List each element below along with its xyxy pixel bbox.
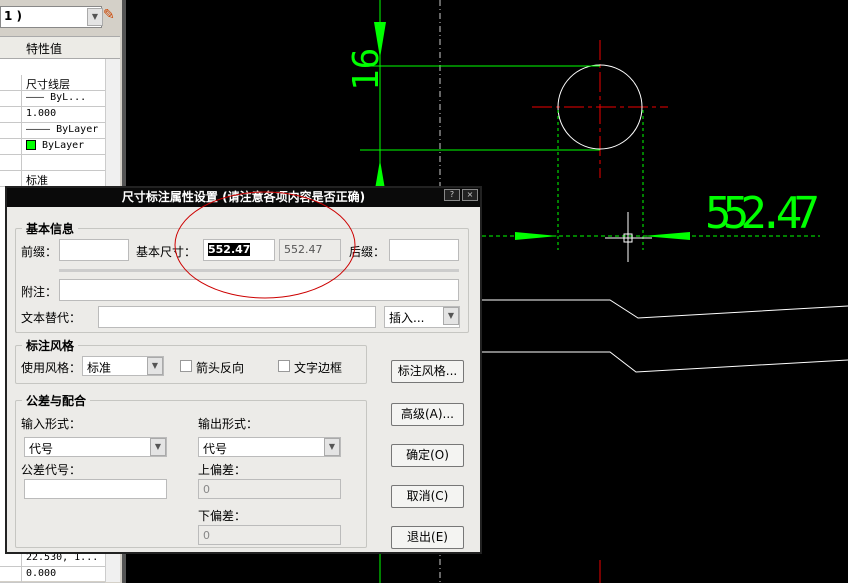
style-dropdown[interactable]: 标准 ▼ xyxy=(82,356,164,376)
color-swatch xyxy=(26,140,36,150)
property-row[interactable]: 0.000 xyxy=(0,567,105,583)
dim-text-vertical: 16 xyxy=(346,48,387,91)
text-override-input[interactable] xyxy=(98,306,376,328)
insert-dropdown[interactable]: 插入... ▼ xyxy=(384,306,460,328)
dialog-title: 尺寸标注属性设置 (请注意各项内容是否正确) xyxy=(7,188,480,207)
chevron-down-icon[interactable]: ▼ xyxy=(87,8,103,26)
property-row[interactable]: ———— ByLayer xyxy=(0,123,105,139)
output-form-dropdown[interactable]: 代号 ▼ xyxy=(198,437,341,457)
base-size-input[interactable]: 552.47 xyxy=(203,239,275,261)
ok-button[interactable]: 确定(O) xyxy=(391,444,464,467)
prefix-input[interactable] xyxy=(59,239,129,261)
close-button[interactable]: × xyxy=(462,189,478,201)
input-form-dropdown[interactable]: 代号 ▼ xyxy=(24,437,167,457)
dim-style-button[interactable]: 标注风格... xyxy=(391,360,464,383)
property-row[interactable] xyxy=(0,155,105,171)
property-row[interactable]: 1.000 xyxy=(0,107,105,123)
tolerance-code-input[interactable] xyxy=(24,479,167,499)
chevron-down-icon: ▼ xyxy=(147,357,163,375)
cancel-button[interactable]: 取消(C) xyxy=(391,485,464,508)
property-row[interactable]: 尺寸线层 xyxy=(0,75,105,91)
help-button[interactable]: ? xyxy=(444,189,460,201)
arrow-reverse-checkbox[interactable] xyxy=(180,360,192,372)
tolerance-group: 公差与配合 输入形式： 代号 ▼ 公差代号： 输出形式： 代号 ▼ 上偏差： 0 下… xyxy=(15,392,367,548)
note-input[interactable] xyxy=(59,279,459,301)
property-row[interactable]: ——— ByL... xyxy=(0,91,105,107)
chevron-down-icon: ▼ xyxy=(150,438,166,456)
dim-style-group: 标注风格 使用风格： 标准 ▼ 箭头反向 文字边框 xyxy=(15,337,367,384)
measured-value: 552.47 xyxy=(279,239,341,261)
divider xyxy=(59,269,459,272)
chevron-down-icon: ▼ xyxy=(324,438,340,456)
dim-text-horizontal: 552.47 xyxy=(705,188,820,239)
basic-info-group: 基本信息 前缀： 基本尺寸： 552.47 552.47 后缀： 附注： 文本替… xyxy=(15,220,469,333)
exit-button[interactable]: 退出(E) xyxy=(391,526,464,549)
column-header: 特性值 xyxy=(26,42,63,56)
upper-deviation-input[interactable]: 0 xyxy=(198,479,341,499)
chevron-down-icon: ▼ xyxy=(443,307,459,325)
advanced-button[interactable]: 高级(A)... xyxy=(391,403,464,426)
dimension-properties-dialog: 尺寸标注属性设置 (请注意各项内容是否正确) ? × 基本信息 前缀： 基本尺寸… xyxy=(5,186,482,554)
text-frame-checkbox[interactable] xyxy=(278,360,290,372)
suffix-input[interactable] xyxy=(389,239,459,261)
edit-pencil-icon[interactable]: ✎ xyxy=(103,7,115,23)
property-row[interactable]: 标准 xyxy=(0,171,105,187)
property-row[interactable]: ByLayer xyxy=(0,139,105,155)
lower-deviation-input[interactable]: 0 xyxy=(198,525,341,545)
